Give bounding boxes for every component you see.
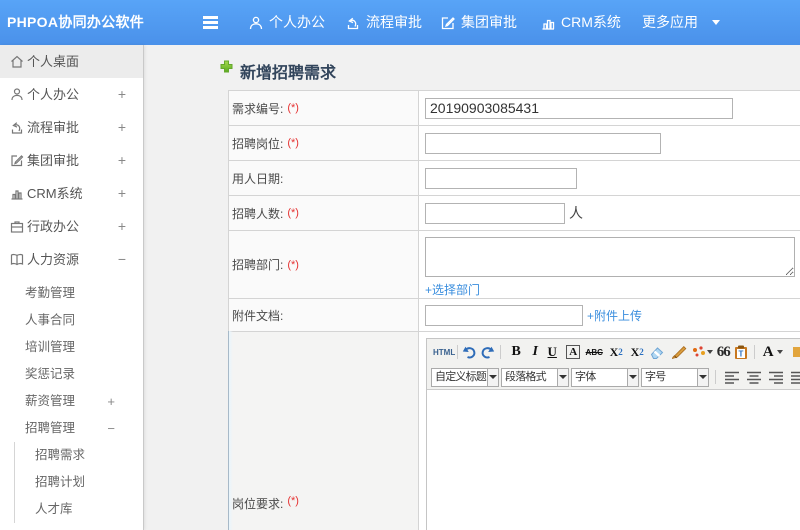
svg-text:T: T	[739, 349, 744, 358]
